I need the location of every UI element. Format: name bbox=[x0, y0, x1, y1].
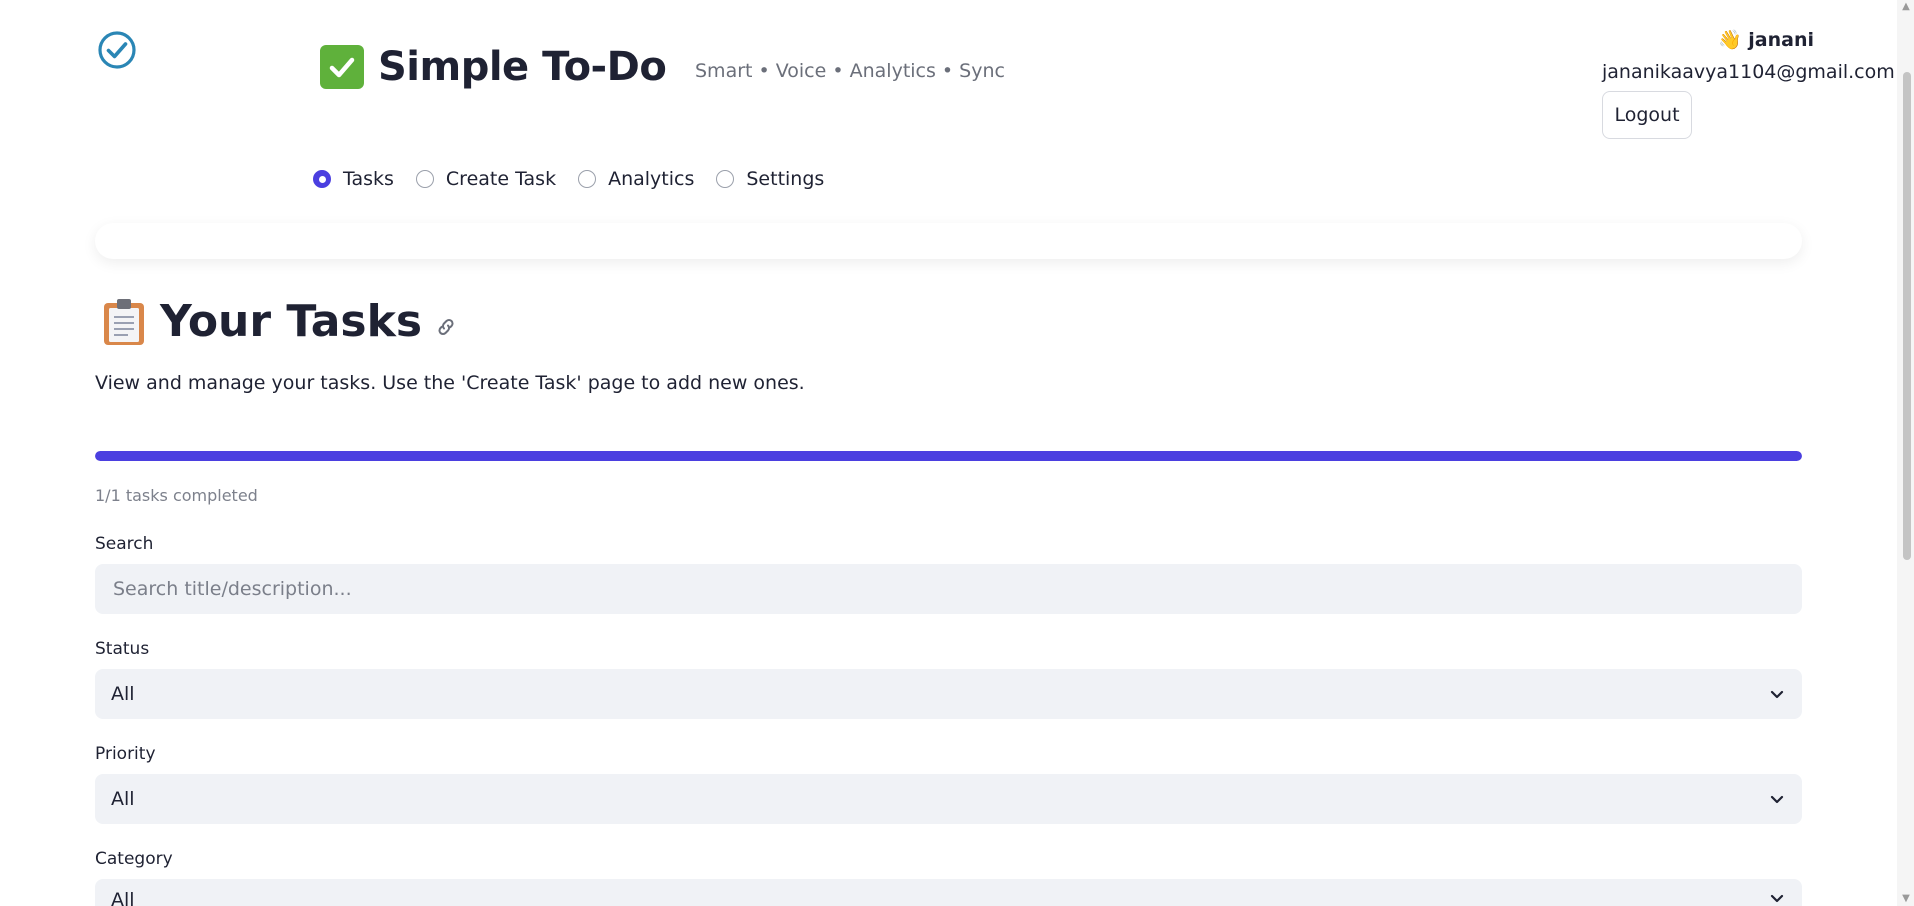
search-input[interactable] bbox=[111, 577, 1786, 601]
nav-analytics[interactable]: Analytics bbox=[578, 168, 694, 190]
radio-icon[interactable] bbox=[415, 170, 434, 188]
check-mark-icon bbox=[320, 45, 364, 89]
clipboard-icon bbox=[104, 298, 144, 345]
radio-icon[interactable] bbox=[716, 170, 735, 188]
page-heading: Your Tasks bbox=[100, 296, 458, 347]
radio-selected-icon[interactable] bbox=[313, 170, 331, 188]
radio-icon[interactable] bbox=[578, 170, 597, 188]
nav-create-task-label: Create Task bbox=[445, 168, 557, 190]
progress-text: 1/1 tasks completed bbox=[95, 486, 258, 505]
app-header-title: Simple To-Do bbox=[320, 44, 667, 90]
user-greeting: 👋 janani bbox=[1718, 29, 1814, 51]
priority-select-value: All bbox=[111, 788, 135, 810]
nav-analytics-label: Analytics bbox=[608, 168, 695, 190]
chevron-down-icon bbox=[1770, 690, 1784, 699]
scroll-up-icon[interactable]: ▲ bbox=[1900, 1, 1912, 13]
priority-select[interactable]: All bbox=[95, 774, 1802, 824]
search-field bbox=[95, 564, 1802, 614]
status-select[interactable]: All bbox=[95, 669, 1802, 719]
scroll-down-icon[interactable]: ▼ bbox=[1900, 893, 1912, 905]
page-title: Your Tasks bbox=[160, 296, 423, 347]
logout-button[interactable]: Logout bbox=[1602, 91, 1692, 139]
search-label: Search bbox=[95, 534, 154, 554]
app-title: Simple To-Do bbox=[378, 44, 667, 90]
progress-bar-fill bbox=[95, 451, 1802, 461]
check-circle-icon bbox=[98, 31, 136, 69]
card-divider bbox=[95, 223, 1802, 259]
category-select[interactable]: All bbox=[95, 879, 1802, 906]
status-select-value: All bbox=[111, 683, 135, 705]
progress-bar bbox=[95, 451, 1802, 461]
nav-tasks[interactable]: Tasks bbox=[313, 168, 394, 190]
nav-settings[interactable]: Settings bbox=[716, 168, 824, 190]
app-tagline: Smart • Voice • Analytics • Sync bbox=[695, 60, 1005, 82]
nav-create-task[interactable]: Create Task bbox=[415, 168, 557, 190]
chevron-down-icon bbox=[1770, 795, 1784, 804]
category-label: Category bbox=[95, 849, 173, 869]
nav-settings-label: Settings bbox=[746, 168, 825, 190]
page-description: View and manage your tasks. Use the 'Cre… bbox=[95, 372, 805, 394]
status-label: Status bbox=[95, 639, 150, 659]
priority-label: Priority bbox=[95, 744, 156, 764]
link-icon[interactable] bbox=[434, 315, 458, 339]
page-nav-radio-group: Tasks Create Task Analytics Settings bbox=[313, 168, 824, 190]
user-email: jananikaavya1104@gmail.com bbox=[1602, 61, 1895, 83]
category-select-value: All bbox=[111, 889, 135, 906]
nav-tasks-label: Tasks bbox=[343, 168, 394, 190]
chevron-down-icon bbox=[1770, 894, 1784, 903]
scrollbar-thumb[interactable] bbox=[1903, 72, 1911, 560]
